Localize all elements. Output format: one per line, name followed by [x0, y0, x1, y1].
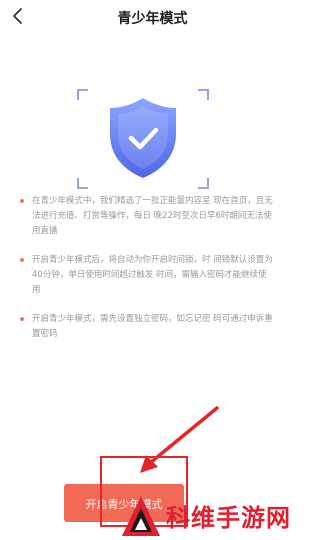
tip-text: 开启青少年模式后，将自动为你开启时间锁，时 间锁默认设置为40分钟，单日使用时间… [32, 255, 273, 295]
watermark-text: 科维手游网 [166, 504, 291, 532]
bullet-dot [20, 317, 24, 321]
tip-item: 在青少年模式中，我们精选了一批正能量内容呈 现在首页，且无法进行充值、打赏等操作… [20, 194, 275, 239]
tip-item: 开启青少年模式，需先设置独立密码，如忘记密 码可通过申诉重置密码 [20, 312, 275, 342]
tip-text: 在青少年模式中，我们精选了一批正能量内容呈 现在首页，且无法进行充值、打赏等操作… [32, 196, 273, 236]
watermark-logo-icon [122, 496, 160, 536]
tip-item: 开启青少年模式后，将自动为你开启时间锁，时 间锁默认设置为40分钟，单日使用时间… [20, 253, 275, 298]
header-bar: 青少年模式 [0, 0, 305, 34]
bullet-dot [20, 258, 24, 262]
shield-illustration [76, 88, 210, 190]
site-watermark: 科维手游网 [120, 494, 302, 538]
bullet-dot [20, 199, 24, 203]
page-title: 青少年模式 [117, 11, 188, 27]
tip-text: 开启青少年模式，需先设置独立密码，如忘记密 码可通过申诉重置密码 [32, 314, 273, 339]
shield-check-icon [77, 89, 209, 189]
tips-list: 在青少年模式中，我们精选了一批正能量内容呈 现在首页，且无法进行充值、打赏等操作… [20, 194, 275, 356]
